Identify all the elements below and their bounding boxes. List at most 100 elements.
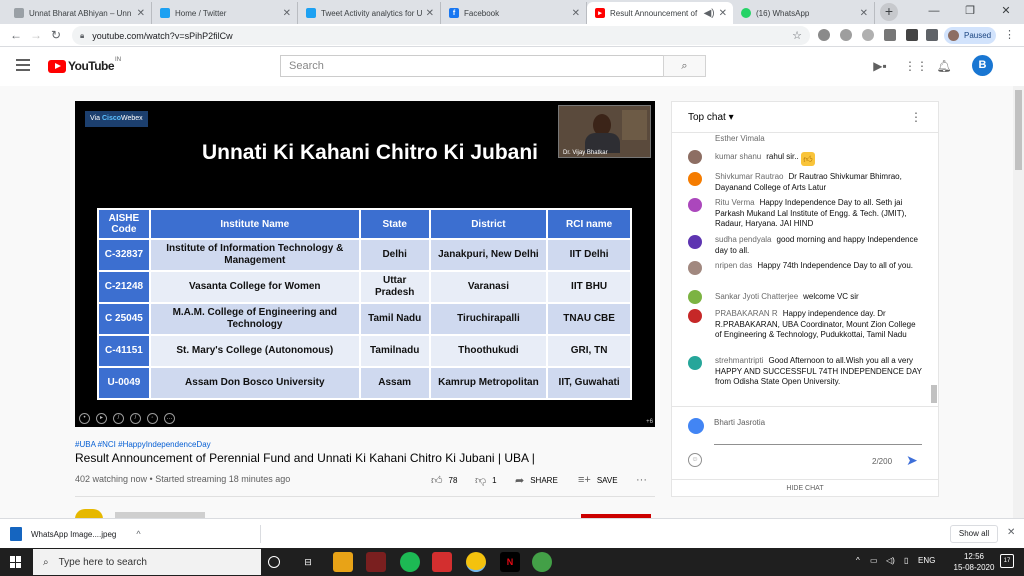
battery-icon[interactable]: ▯ bbox=[904, 556, 908, 565]
tab-unnat-bharat[interactable]: Unnat Bharat ABhiyan – Unn ✕ bbox=[6, 2, 152, 24]
video-hashtags[interactable]: #UBA #NCI #HappyIndependenceDay bbox=[75, 440, 211, 449]
chat-avatar[interactable] bbox=[688, 261, 702, 275]
youtube-logo[interactable]: YouTube IN bbox=[48, 57, 121, 73]
reload-icon[interactable]: ↻ bbox=[48, 27, 64, 43]
like-button[interactable]: 👍︎ 78 bbox=[431, 474, 457, 487]
close-tab-icon[interactable]: ✕ bbox=[283, 8, 291, 19]
tab-whatsapp[interactable]: (16) WhatsApp ✕ bbox=[733, 2, 875, 24]
notifications-bell-icon[interactable]: 🔔︎ bbox=[936, 59, 952, 73]
taskbar-search-input[interactable]: ⌕ Type here to search bbox=[33, 549, 261, 575]
utorrent-icon[interactable] bbox=[532, 552, 552, 572]
download-item[interactable]: WhatsApp Image....jpeg ^ bbox=[10, 527, 141, 541]
webex-control-icon[interactable]: ◦ bbox=[147, 413, 158, 424]
save-button[interactable]: ≡+ SAVE bbox=[578, 474, 618, 486]
minimize-icon[interactable]: — bbox=[916, 0, 952, 24]
chat-avatar[interactable] bbox=[688, 198, 702, 212]
account-avatar[interactable]: B bbox=[972, 55, 993, 76]
menu-icon[interactable] bbox=[16, 59, 30, 71]
chat-avatar[interactable] bbox=[688, 172, 702, 186]
tray-overflow-icon[interactable]: ^ bbox=[856, 556, 860, 565]
language-indicator[interactable]: ENG bbox=[918, 556, 935, 565]
restore-icon[interactable]: ❐ bbox=[952, 0, 988, 24]
back-icon[interactable]: ← bbox=[8, 27, 24, 43]
table-header: Institute Name bbox=[148, 208, 361, 240]
apps-grid-icon[interactable]: ⋮⋮ bbox=[904, 59, 928, 73]
more-actions-button[interactable]: ··· bbox=[636, 474, 653, 486]
webex-control-icon[interactable]: ▸ bbox=[96, 413, 107, 424]
forward-icon[interactable]: → bbox=[28, 27, 44, 43]
network-icon[interactable]: ▭ bbox=[870, 556, 878, 565]
char-counter: 2/200 bbox=[872, 457, 893, 466]
video-title: Result Announcement of Perennial Fund an… bbox=[75, 451, 535, 465]
create-video-icon[interactable]: ▶▪ bbox=[872, 59, 888, 73]
chat-avatar[interactable] bbox=[688, 356, 702, 370]
bookmark-star-icon[interactable]: ☆ bbox=[792, 29, 802, 42]
file-explorer-icon[interactable] bbox=[333, 552, 353, 572]
webex-control-icon[interactable]: • bbox=[79, 413, 90, 424]
chat-avatar[interactable] bbox=[688, 290, 702, 304]
chevron-up-icon[interactable]: ^ bbox=[136, 529, 140, 539]
pen-icon[interactable]: / bbox=[113, 413, 124, 424]
tab-twitter-home[interactable]: Home / Twitter ✕ bbox=[152, 2, 298, 24]
dislike-button[interactable]: 👎︎ 1 bbox=[475, 474, 497, 487]
chat-avatar[interactable] bbox=[688, 150, 702, 164]
extension-icon[interactable] bbox=[818, 29, 830, 41]
close-tab-icon[interactable]: ✕ bbox=[137, 8, 145, 19]
address-bar[interactable]: 🔒︎ youtube.com/watch?v=sPihP2filCw ☆ bbox=[72, 26, 810, 45]
top-chat-dropdown[interactable]: Top chat ▾ bbox=[688, 112, 734, 123]
close-tab-icon[interactable]: ✕ bbox=[860, 8, 868, 19]
video-player[interactable]: Via CiscoWebex Unnati Ki Kahani Chitro K… bbox=[75, 101, 655, 427]
show-all-button[interactable]: Show all bbox=[950, 525, 998, 543]
extension-icon[interactable] bbox=[840, 29, 852, 41]
search-input[interactable]: Search bbox=[280, 55, 664, 77]
tab-facebook[interactable]: f Facebook ✕ bbox=[441, 2, 587, 24]
current-user-name: Bharti Jasrotia bbox=[714, 418, 766, 427]
highlighter-icon[interactable]: / bbox=[130, 413, 141, 424]
audio-playing-icon[interactable]: ◀) bbox=[704, 8, 715, 19]
chat-author: Ritu Verma bbox=[715, 198, 755, 207]
chat-scrollbar[interactable] bbox=[931, 134, 937, 406]
puzzle-icon[interactable] bbox=[906, 29, 918, 41]
profile-paused-button[interactable]: Paused bbox=[944, 27, 996, 44]
tab-tweet-analytics[interactable]: Tweet Activity analytics for U ✕ bbox=[298, 2, 441, 24]
whatsapp-icon bbox=[741, 8, 751, 18]
table-cell: IIT BHU bbox=[546, 270, 632, 304]
close-tab-icon[interactable]: ✕ bbox=[719, 8, 727, 19]
emoji-picker-icon[interactable]: ☺ bbox=[688, 453, 702, 467]
chat-menu-icon[interactable]: ⋮ bbox=[910, 110, 922, 124]
chat-author: Esther Vimala bbox=[715, 134, 765, 143]
spotify-icon[interactable] bbox=[400, 552, 420, 572]
chat-message-input[interactable] bbox=[714, 444, 922, 445]
download-bar: WhatsApp Image....jpeg ^ Show all ✕ bbox=[0, 518, 1024, 548]
chrome-icon[interactable] bbox=[466, 552, 486, 572]
chat-avatar[interactable] bbox=[688, 235, 702, 249]
hide-chat-button[interactable]: HIDE CHAT bbox=[672, 479, 938, 497]
tab-youtube-active[interactable]: ▸ Result Announcement of ◀) ✕ bbox=[587, 2, 733, 24]
new-tab-button[interactable]: + bbox=[880, 3, 898, 21]
extension-icon[interactable] bbox=[862, 29, 874, 41]
task-view-icon[interactable]: ⊟ bbox=[298, 552, 318, 572]
close-tab-icon[interactable]: ✕ bbox=[426, 8, 434, 19]
app-icon[interactable] bbox=[366, 552, 386, 572]
volume-icon[interactable]: ◁) bbox=[886, 556, 895, 565]
popcorn-app-icon[interactable] bbox=[432, 552, 452, 572]
page-scrollbar[interactable] bbox=[1013, 86, 1024, 518]
more-icon[interactable]: … bbox=[164, 413, 175, 424]
cortana-icon[interactable] bbox=[268, 556, 280, 568]
close-download-bar-icon[interactable]: ✕ bbox=[1007, 527, 1015, 538]
action-center-icon[interactable]: 17 bbox=[1000, 554, 1014, 568]
media-control-icon[interactable] bbox=[926, 29, 938, 41]
extension-icon[interactable] bbox=[884, 29, 896, 41]
youtube-masthead: YouTube IN Search ⌕ ▶▪ ⋮⋮ 🔔︎ B bbox=[0, 47, 1024, 86]
netflix-icon[interactable]: N bbox=[500, 552, 520, 572]
taskbar-clock[interactable]: 12:56 15-08-2020 bbox=[950, 551, 998, 573]
close-window-icon[interactable]: ✕ bbox=[988, 0, 1024, 24]
search-button[interactable]: ⌕ bbox=[663, 55, 706, 77]
share-button[interactable]: ➦ SHARE bbox=[515, 474, 558, 487]
windows-start-icon[interactable] bbox=[10, 556, 22, 568]
chat-input-area: Bharti Jasrotia ☺ 2/200 ➤ bbox=[672, 406, 938, 478]
close-tab-icon[interactable]: ✕ bbox=[572, 8, 580, 19]
chat-avatar[interactable] bbox=[688, 309, 702, 323]
browser-menu-icon[interactable]: ⋮ bbox=[1004, 28, 1015, 41]
send-icon[interactable]: ➤ bbox=[906, 452, 918, 469]
